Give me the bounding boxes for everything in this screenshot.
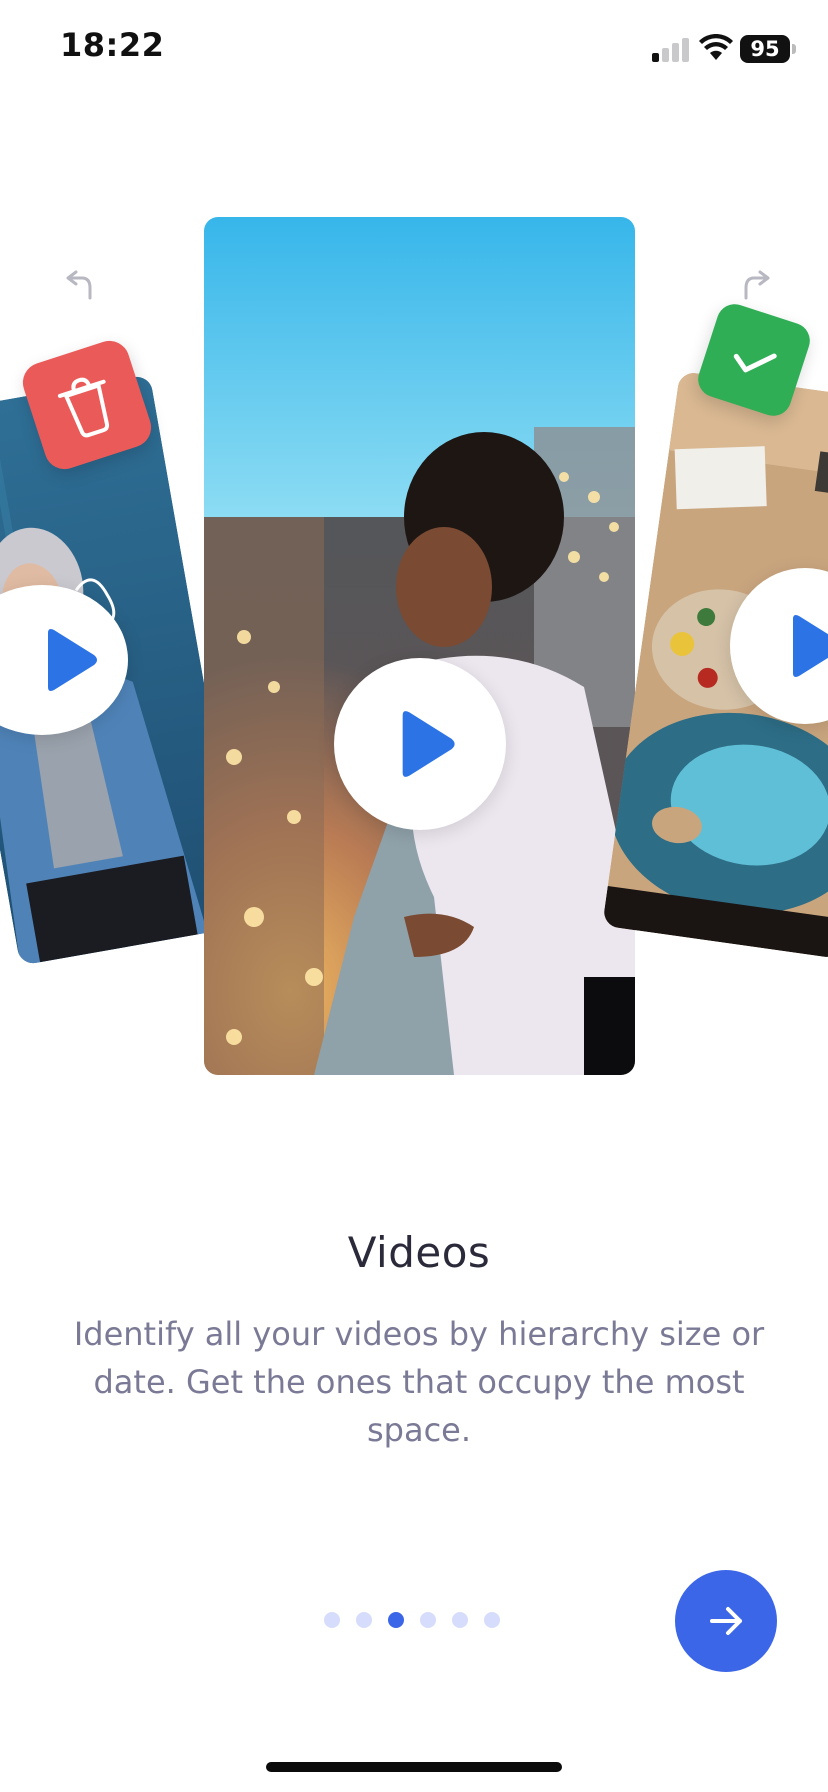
- undo-arrow-icon: [66, 270, 92, 300]
- next-button[interactable]: [675, 1570, 777, 1672]
- redo-arrow-icon: [744, 270, 770, 300]
- play-icon: [402, 711, 455, 777]
- page-dot-1[interactable]: [324, 1612, 340, 1628]
- onboarding-screen: 18:22 95 Videos Identify all your videos…: [0, 0, 828, 1792]
- page-dot-2[interactable]: [356, 1612, 372, 1628]
- play-button-center[interactable]: [334, 658, 506, 830]
- status-bar: 18:22 95: [0, 0, 828, 100]
- play-icon: [793, 615, 828, 677]
- page-dot-3-active[interactable]: [388, 1612, 404, 1628]
- video-card-center[interactable]: [204, 217, 635, 1075]
- status-time: 18:22: [60, 26, 165, 64]
- page-dot-5[interactable]: [452, 1612, 468, 1628]
- play-icon: [48, 629, 97, 691]
- battery-tip: [792, 44, 796, 54]
- video-thumbnail-rooftop-woman: [204, 217, 635, 1075]
- arrow-right-icon: [710, 1607, 742, 1635]
- slide-description: Identify all your videos by hierarchy si…: [73, 1315, 765, 1449]
- wifi-icon: [699, 34, 733, 60]
- battery-indicator: 95: [740, 35, 790, 63]
- page-dot-6[interactable]: [484, 1612, 500, 1628]
- onboarding-carousel[interactable]: [0, 100, 828, 1100]
- slide-title: Videos: [347, 1228, 491, 1277]
- home-indicator[interactable]: [266, 1762, 562, 1772]
- cellular-signal-icon: [652, 36, 692, 62]
- pagination-dots: [324, 1612, 500, 1628]
- page-dot-4[interactable]: [420, 1612, 436, 1628]
